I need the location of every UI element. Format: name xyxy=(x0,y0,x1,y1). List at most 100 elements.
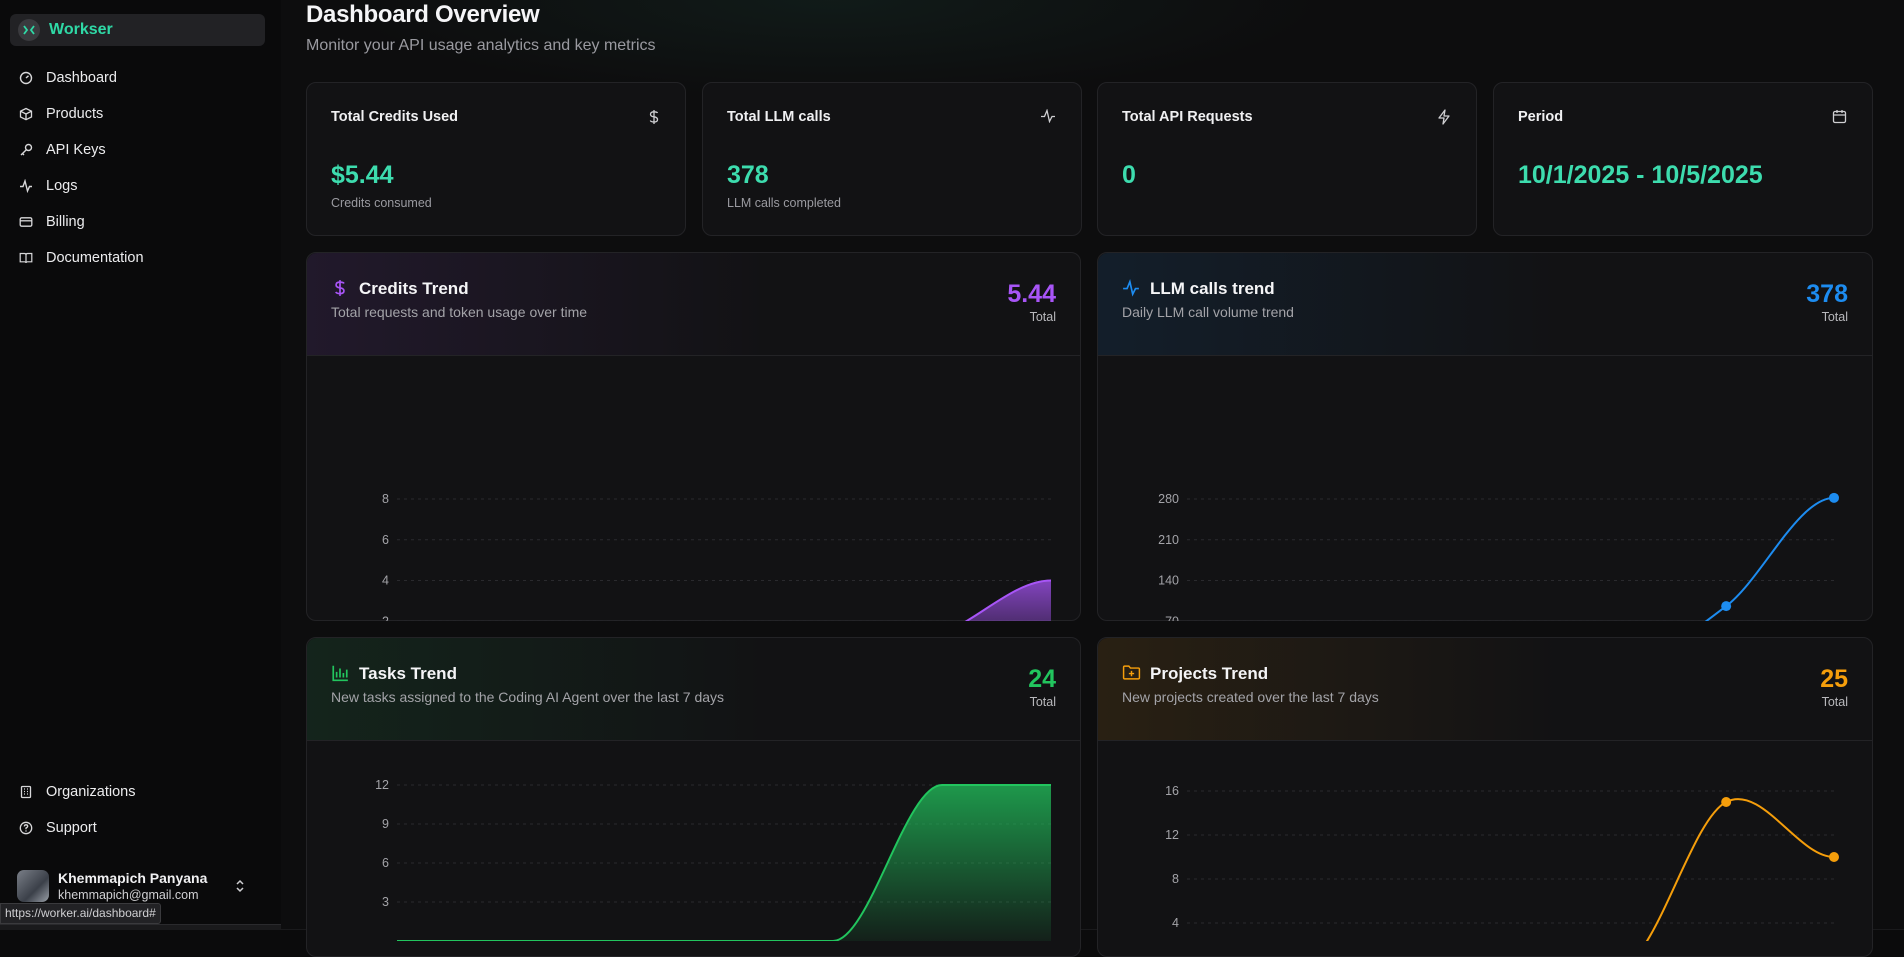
chart-title: Projects Trend xyxy=(1150,664,1269,683)
y-tick-label: 8 xyxy=(1172,872,1179,886)
dollar-icon xyxy=(648,109,660,130)
stat-value: $5.44 xyxy=(331,161,394,189)
sidebar-item-organizations[interactable]: Organizations xyxy=(10,774,265,810)
llm-calls-trend-chart: 0701402102809/28/20259/29/20259/30/20251… xyxy=(1158,492,1839,621)
book-icon xyxy=(19,251,33,265)
status-url: https://worker.ai/dashboard# xyxy=(0,903,161,924)
sidebar-item-logs[interactable]: Logs xyxy=(10,168,265,204)
data-point[interactable] xyxy=(1829,852,1839,862)
sidebar-item-billing[interactable]: Billing xyxy=(10,204,265,240)
stat-title: Total API Requests xyxy=(1122,109,1253,125)
sidebar-item-label: Organizations xyxy=(46,784,136,800)
credits-trend-chart: 024689/28/20259/29/20259/30/202510/1/202… xyxy=(382,492,1052,621)
chart-description: New projects created over the last 7 day… xyxy=(1122,689,1379,705)
bar-chart-icon xyxy=(331,664,349,682)
y-tick-label: 210 xyxy=(1158,533,1179,547)
sidebar-item-documentation[interactable]: Documentation xyxy=(10,240,265,276)
credit-card-icon xyxy=(19,215,33,229)
help-circle-icon xyxy=(19,821,33,835)
app-name: Workser xyxy=(49,21,113,38)
sidebar: Workser Dashboard Products API Keys Logs… xyxy=(0,0,281,929)
chevrons-up-down-icon[interactable] xyxy=(234,878,246,899)
chart-card-llm-calls: LLM calls trend Daily LLM call volume tr… xyxy=(1097,252,1873,621)
stat-card-llm-calls: Total LLM calls 378 LLM calls completed xyxy=(702,82,1082,236)
stat-footnote: Credits consumed xyxy=(331,196,432,210)
page-subtitle: Monitor your API usage analytics and key… xyxy=(306,37,656,54)
zap-icon xyxy=(1437,109,1451,130)
folder-plus-icon xyxy=(1122,664,1141,682)
y-tick-label: 70 xyxy=(1165,614,1179,621)
key-icon xyxy=(19,143,33,157)
y-tick-label: 12 xyxy=(1165,828,1179,842)
y-tick-label: 280 xyxy=(1158,492,1179,506)
user-email: khemmapich@gmail.com xyxy=(58,888,199,902)
y-tick-label: 8 xyxy=(382,492,389,506)
sidebar-item-label: Documentation xyxy=(46,250,144,266)
activity-icon xyxy=(1122,279,1140,297)
stat-footnote: LLM calls completed xyxy=(727,196,841,210)
chart-description: New tasks assigned to the Coding AI Agen… xyxy=(331,689,725,705)
activity-icon xyxy=(19,179,33,193)
sidebar-item-label: Products xyxy=(46,106,104,122)
chart-total-label: Total xyxy=(1029,695,1056,709)
chart-title: Credits Trend xyxy=(359,279,469,298)
data-point[interactable] xyxy=(1721,797,1732,807)
stat-value: 0 xyxy=(1122,161,1136,189)
sidebar-bottom-nav: Organizations Support xyxy=(10,774,265,846)
projects-trend-chart: 4 8 12 16 xyxy=(1165,784,1839,941)
chart-total-value: 24 xyxy=(1028,665,1056,693)
stat-card-period: Period 10/1/2025 - 10/5/2025 xyxy=(1493,82,1873,236)
chart-card-tasks: Tasks Trend New tasks assigned to the Co… xyxy=(306,637,1081,957)
stat-value: 378 xyxy=(727,161,769,189)
sidebar-item-label: Support xyxy=(46,820,97,836)
y-tick-label: 140 xyxy=(1158,574,1179,588)
sidebar-item-products[interactable]: Products xyxy=(10,96,265,132)
stat-title: Total LLM calls xyxy=(727,109,831,125)
sidebar-item-support[interactable]: Support xyxy=(10,810,265,846)
chart-description: Total requests and token usage over time xyxy=(331,304,588,320)
chart-total-value: 25 xyxy=(1820,665,1848,693)
chart-total-value: 378 xyxy=(1806,280,1848,308)
y-tick-label: 12 xyxy=(375,778,389,792)
stat-value: 10/1/2025 - 10/5/2025 xyxy=(1518,161,1763,189)
series-line xyxy=(964,579,1052,621)
sidebar-item-api-keys[interactable]: API Keys xyxy=(10,132,265,168)
chart-title: Tasks Trend xyxy=(359,664,457,683)
main-content: Dashboard Overview Monitor your API usag… xyxy=(281,0,1904,957)
stat-card-credits: Total Credits Used $5.44 Credits consume… xyxy=(306,82,686,236)
series-line xyxy=(1704,496,1835,621)
workser-logo-icon xyxy=(18,19,40,41)
avatar xyxy=(17,870,49,902)
series-line xyxy=(1645,798,1835,941)
building-icon xyxy=(19,785,33,799)
sidebar-item-label: Billing xyxy=(46,214,85,230)
calendar-icon xyxy=(1832,109,1847,129)
y-tick-label: 2 xyxy=(382,614,389,621)
gauge-icon xyxy=(19,71,33,85)
data-point[interactable] xyxy=(1829,492,1839,503)
sidebar-item-dashboard[interactable]: Dashboard xyxy=(10,60,265,96)
user-name: Khemmapich Panyana xyxy=(58,870,208,886)
dollar-icon xyxy=(331,279,349,297)
y-tick-label: 4 xyxy=(382,574,389,588)
area-fill xyxy=(966,580,1051,621)
chart-total-value: 5.44 xyxy=(1007,280,1056,308)
chart-total-label: Total xyxy=(1029,310,1056,324)
chart-description: Daily LLM call volume trend xyxy=(1122,304,1294,320)
brand-switcher[interactable]: Workser xyxy=(10,14,265,46)
sidebar-item-label: Dashboard xyxy=(46,70,117,86)
chart-title: LLM calls trend xyxy=(1150,279,1275,298)
chart-card-projects: Projects Trend New projects created over… xyxy=(1097,637,1873,957)
y-tick-label: 3 xyxy=(382,895,389,909)
data-point[interactable] xyxy=(1721,601,1732,612)
sidebar-item-label: API Keys xyxy=(46,142,106,158)
tasks-trend-chart: 3 6 9 12 xyxy=(375,778,1051,941)
user-menu[interactable]: Khemmapich Panyana khemmapich@gmail.com xyxy=(17,866,262,906)
chart-total-label: Total xyxy=(1821,310,1848,324)
activity-icon xyxy=(1040,108,1056,128)
stat-card-api-requests: Total API Requests 0 xyxy=(1097,82,1477,236)
stat-title: Total Credits Used xyxy=(331,109,459,125)
box-icon xyxy=(19,107,33,121)
y-tick-label: 16 xyxy=(1165,784,1179,798)
page-title: Dashboard Overview xyxy=(306,1,540,28)
